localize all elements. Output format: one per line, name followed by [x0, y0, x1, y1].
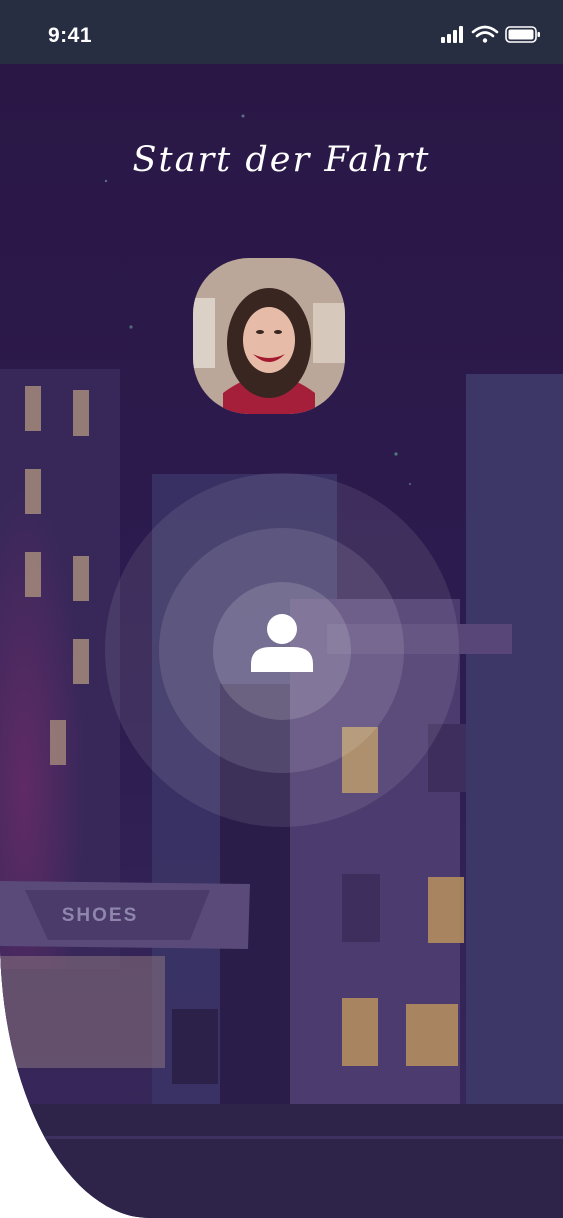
main-area: SHOES Start der Fahrt: [0, 64, 563, 1218]
person-icon: [251, 614, 313, 672]
building-left: [0, 369, 120, 969]
status-time: 9:41: [48, 24, 93, 47]
status-icons: [441, 24, 541, 46]
wifi-icon: [471, 25, 499, 43]
driver-avatar[interactable]: [193, 258, 345, 414]
signal-icon: [441, 26, 463, 43]
page-title: Start der Fahrt: [132, 140, 431, 180]
avatar-photo: [193, 258, 345, 414]
ride-start-screen: 9:41 SHOES Start der Fahrt: [0, 0, 563, 1218]
status-bar: 9:41: [0, 0, 563, 64]
store-sign: SHOES: [62, 905, 139, 926]
battery-icon: [505, 26, 540, 43]
